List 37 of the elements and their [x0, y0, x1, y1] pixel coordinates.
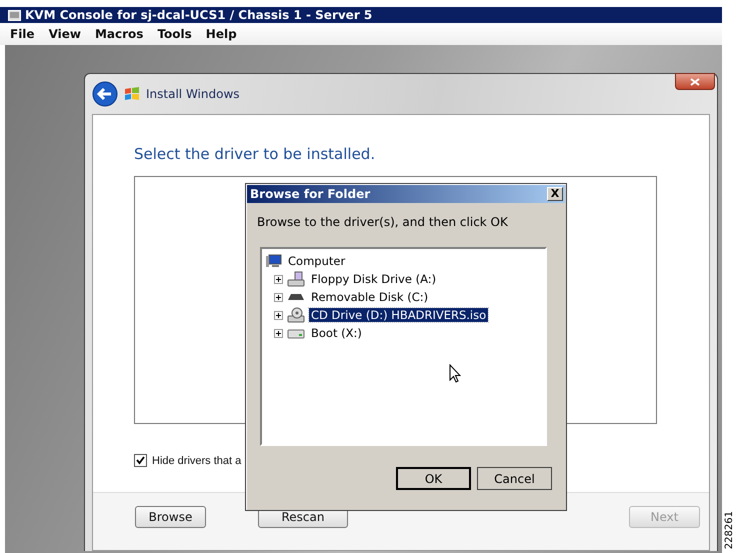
close-button[interactable]: X: [547, 187, 563, 201]
check-icon: [136, 456, 145, 465]
tree-item[interactable]: Boot (X:): [309, 326, 364, 340]
expand-icon[interactable]: [274, 328, 283, 338]
expand-icon[interactable]: [274, 292, 283, 302]
dialog-button[interactable]: OK: [396, 467, 471, 490]
floppy-drive-icon: [287, 271, 305, 287]
dialog-title: Browse for Folder: [250, 187, 370, 201]
checkbox-label: Hide drivers that a: [152, 454, 242, 466]
mouse-cursor-icon: [449, 364, 461, 383]
installer-title: Install Windows: [146, 87, 240, 101]
tree-item[interactable]: CD Drive (D:) HBADRIVERS.iso: [309, 308, 488, 322]
tree-item[interactable]: Floppy Disk Drive (A:): [309, 272, 438, 286]
tree-item[interactable]: Computer: [286, 254, 348, 268]
dialog-prompt: Browse to the driver(s), and then click OK: [257, 215, 509, 229]
cd-drive-icon: [287, 307, 305, 323]
computer-icon: [266, 254, 282, 268]
expand-icon[interactable]: [274, 310, 283, 320]
wizard-button[interactable]: Browse: [135, 506, 206, 528]
menu-item[interactable]: File: [10, 27, 35, 41]
checkbox[interactable]: [134, 454, 147, 467]
close-button[interactable]: [675, 73, 715, 90]
drive-icon: [287, 292, 305, 302]
menu-item[interactable]: Help: [206, 27, 237, 41]
window-title: KVM Console for sj-dcal-UCS1 / Chassis 1 - Server 5: [25, 8, 372, 22]
expand-icon[interactable]: [274, 274, 283, 284]
windows-flag-icon: [124, 86, 140, 102]
drive-icon: [287, 327, 305, 339]
figure-number: 228261: [724, 510, 735, 549]
tree-item[interactable]: Removable Disk (C:): [309, 290, 430, 304]
dialog-button[interactable]: Cancel: [477, 467, 552, 490]
close-icon: [690, 78, 700, 86]
menu-item[interactable]: Macros: [94, 27, 144, 41]
page-heading: Select the driver to be installed.: [134, 145, 376, 163]
menu-item[interactable]: View: [48, 27, 81, 41]
window-icon: [8, 10, 21, 20]
menu-item[interactable]: Tools: [157, 27, 192, 41]
